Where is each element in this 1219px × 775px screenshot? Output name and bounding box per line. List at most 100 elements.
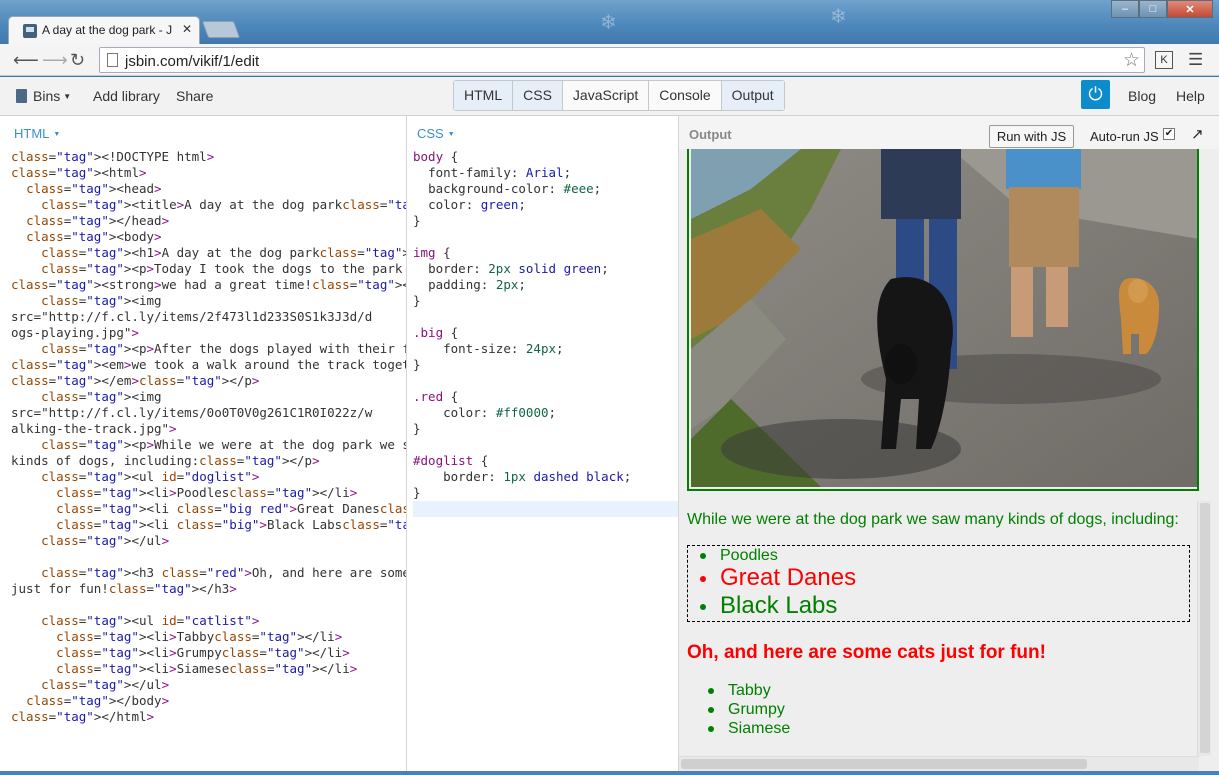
code-line[interactable]: [413, 501, 678, 517]
code-line[interactable]: class="tag"><p>While we were at the dog …: [11, 437, 406, 453]
share-button[interactable]: Share: [176, 88, 213, 104]
help-link[interactable]: Help: [1176, 88, 1205, 104]
minimize-button[interactable]: –: [1111, 0, 1139, 18]
new-tab-button[interactable]: [201, 21, 241, 38]
code-line[interactable]: class="tag"><img: [11, 293, 406, 309]
code-line[interactable]: .red {: [413, 389, 678, 405]
code-line[interactable]: class="tag"><ul id="catlist">: [11, 613, 406, 629]
code-line[interactable]: class="tag"><li class="big">Black Labscl…: [11, 517, 406, 533]
extension-k-icon[interactable]: K: [1155, 51, 1173, 69]
bookmark-star-icon[interactable]: ☆: [1123, 49, 1140, 72]
panel-toggle-css[interactable]: CSS: [513, 81, 563, 110]
code-line[interactable]: class="tag"><li>Tabbyclass="tag"></li>: [11, 629, 406, 645]
panel-toggle-html[interactable]: HTML: [454, 81, 514, 110]
maximize-button[interactable]: □: [1139, 0, 1167, 18]
code-line[interactable]: class="tag"></em>class="tag"></p>: [11, 373, 406, 389]
code-line[interactable]: [413, 373, 678, 389]
panel-toggle-javascript[interactable]: JavaScript: [563, 81, 650, 110]
code-line[interactable]: font-size: 24px;: [413, 341, 678, 357]
horizontal-scrollbar[interactable]: [679, 756, 1199, 771]
address-bar[interactable]: jsbin.com/vikif/1/edit ☆: [99, 47, 1145, 73]
code-line[interactable]: class="tag"><body>: [11, 229, 406, 245]
code-line[interactable]: background-color: #eee;: [413, 181, 678, 197]
caret-down-icon: ▼: [53, 131, 61, 138]
add-library-button[interactable]: Add library: [93, 88, 160, 104]
code-line[interactable]: color: green;: [413, 197, 678, 213]
code-line[interactable]: }: [413, 293, 678, 309]
code-line[interactable]: class="tag"><p>After the dogs played wit…: [11, 341, 406, 357]
code-line[interactable]: [413, 437, 678, 453]
scroll-thumb[interactable]: [681, 759, 1087, 769]
code-line[interactable]: body {: [413, 149, 678, 165]
bins-menu[interactable]: Bins ▼: [16, 88, 71, 104]
back-arrow-icon[interactable]: ⟵: [13, 50, 39, 71]
url-text[interactable]: jsbin.com/vikif/1/edit: [125, 53, 259, 70]
code-line[interactable]: class="tag"><head>: [11, 181, 406, 197]
code-line[interactable]: }: [413, 213, 678, 229]
code-line[interactable]: src="http://f.cl.ly/items/2f473l1d233S0S…: [11, 309, 406, 325]
popout-icon[interactable]: ↗: [1191, 125, 1204, 143]
panel-toggle-output[interactable]: Output: [721, 81, 784, 110]
browser-tab[interactable]: A day at the dog park - JS ✕: [8, 16, 200, 44]
code-line[interactable]: color: #ff0000;: [413, 405, 678, 421]
code-line[interactable]: [413, 229, 678, 245]
code-line[interactable]: class="tag"><em>we took a walk around th…: [11, 357, 406, 373]
power-icon[interactable]: ⏻: [1081, 80, 1110, 109]
css-code-editor[interactable]: body { font-family: Arial; background-co…: [413, 149, 678, 517]
scroll-thumb[interactable]: [1200, 503, 1210, 753]
code-line[interactable]: class="tag"><p>Today I took the dogs to …: [11, 261, 406, 277]
code-line[interactable]: class="tag"><img: [11, 389, 406, 405]
code-line[interactable]: border: 2px solid green;: [413, 261, 678, 277]
code-line[interactable]: class="tag"><li class="big red">Great Da…: [11, 501, 406, 517]
code-line[interactable]: class="tag"></head>: [11, 213, 406, 229]
code-line[interactable]: font-family: Arial;: [413, 165, 678, 181]
code-line[interactable]: just for fun!class="tag"></h3>: [11, 581, 406, 597]
code-line[interactable]: class="tag"><h1>A day at the dog parkcla…: [11, 245, 406, 261]
code-line[interactable]: kinds of dogs, including:class="tag"></p…: [11, 453, 406, 469]
code-line[interactable]: class="tag"><!DOCTYPE html>: [11, 149, 406, 165]
code-line[interactable]: ogs-playing.jpg">: [11, 325, 406, 341]
code-line[interactable]: class="tag"></html>: [11, 709, 406, 725]
code-line[interactable]: class="tag"><li>Poodlesclass="tag"></li>: [11, 485, 406, 501]
code-line[interactable]: class="tag"><title>A day at the dog park…: [11, 197, 406, 213]
code-line[interactable]: #doglist {: [413, 453, 678, 469]
cat-list-item: Siamese: [708, 720, 790, 738]
html-editor-pane[interactable]: HTML ▼ class="tag"><!DOCTYPE html> class="…: [0, 116, 407, 771]
vertical-scrollbar[interactable]: [1197, 501, 1211, 756]
css-pane-label[interactable]: CSS ▼: [417, 126, 455, 141]
tab-close-icon[interactable]: ✕: [182, 22, 192, 36]
code-line[interactable]: class="tag"><li>Grumpyclass="tag"></li>: [11, 645, 406, 661]
close-window-button[interactable]: ✕: [1167, 0, 1213, 18]
blog-link[interactable]: Blog: [1128, 88, 1156, 104]
code-line[interactable]: .big {: [413, 325, 678, 341]
html-pane-label[interactable]: HTML ▼: [14, 126, 60, 141]
code-line[interactable]: border: 1px dashed black;: [413, 469, 678, 485]
code-line[interactable]: class="tag"><li>Siameseclass="tag"></li>: [11, 661, 406, 677]
code-line[interactable]: class="tag"><ul id="doglist">: [11, 469, 406, 485]
code-line[interactable]: class="tag"></body>: [11, 693, 406, 709]
code-line[interactable]: img {: [413, 245, 678, 261]
code-line[interactable]: class="tag"></ul>: [11, 677, 406, 693]
forward-arrow-icon[interactable]: ⟶: [42, 50, 68, 71]
code-line[interactable]: }: [413, 357, 678, 373]
code-line[interactable]: padding: 2px;: [413, 277, 678, 293]
code-line[interactable]: [413, 309, 678, 325]
code-line[interactable]: class="tag"><h3 class="red">Oh, and here…: [11, 565, 406, 581]
auto-run-checkbox[interactable]: ✔: [1163, 128, 1175, 140]
code-line[interactable]: class="tag"></ul>: [11, 533, 406, 549]
run-with-js-button[interactable]: Run with JS: [989, 125, 1074, 148]
css-editor-pane[interactable]: CSS ▼ body { font-family: Arial; backgrou…: [407, 116, 679, 771]
html-code-editor[interactable]: class="tag"><!DOCTYPE html> class="tag"><…: [11, 149, 406, 725]
code-line[interactable]: }: [413, 485, 678, 501]
code-line[interactable]: }: [413, 421, 678, 437]
reload-icon[interactable]: ↻: [70, 50, 85, 71]
code-line[interactable]: [11, 549, 406, 565]
panel-toggle-console[interactable]: Console: [649, 81, 722, 110]
code-line[interactable]: class="tag"><strong>we had a great time!…: [11, 277, 406, 293]
code-line[interactable]: alking-the-track.jpg">: [11, 421, 406, 437]
code-line[interactable]: class="tag"><html>: [11, 165, 406, 181]
code-line[interactable]: [11, 597, 406, 613]
html-pane-title: HTML: [14, 126, 50, 141]
code-line[interactable]: src="http://f.cl.ly/items/0o0T0V0g261C1R…: [11, 405, 406, 421]
menu-icon[interactable]: ☰: [1188, 50, 1203, 70]
